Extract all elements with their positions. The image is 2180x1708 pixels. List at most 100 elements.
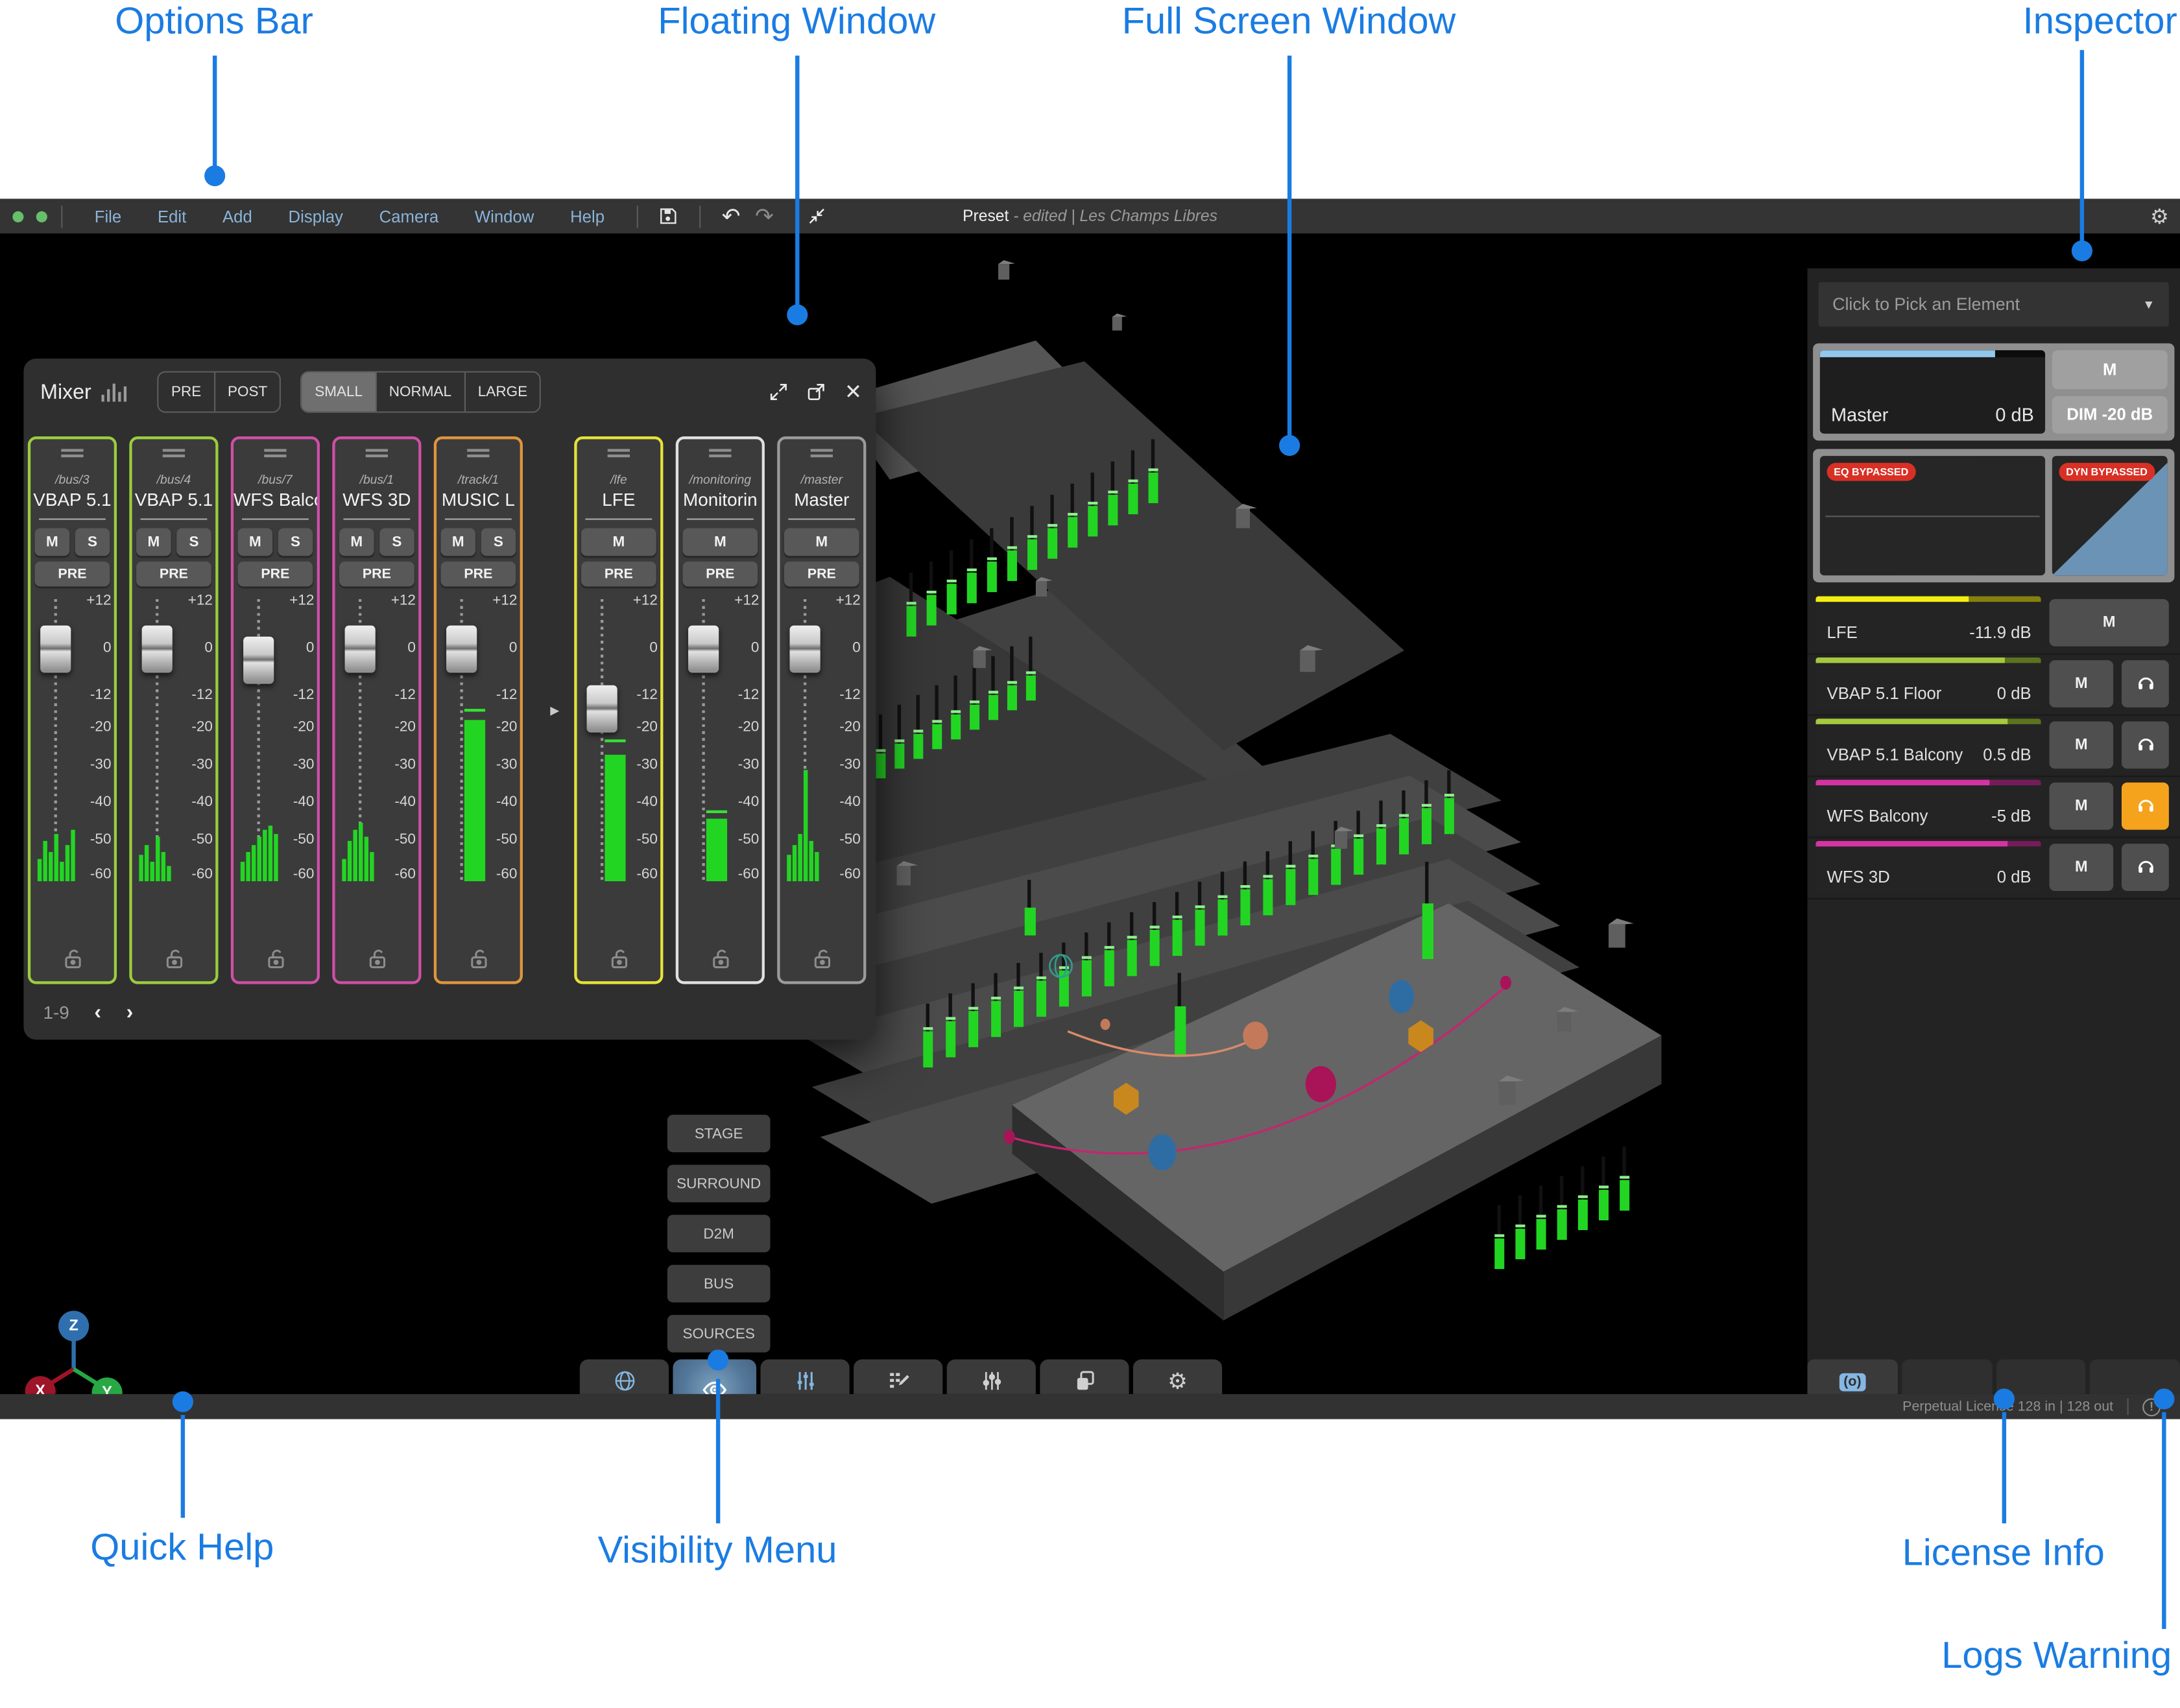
drag-handle-icon[interactable] — [608, 449, 630, 457]
drag-handle-icon[interactable] — [366, 449, 388, 457]
fader-cap[interactable] — [142, 625, 173, 672]
gear-icon[interactable]: ⚙ — [2150, 204, 2169, 229]
toolbar-mixer-button[interactable]: Mixer — [760, 1359, 849, 1394]
menu-item-file[interactable]: File — [77, 206, 139, 226]
element-level-display[interactable]: WFS 3D 0 dB — [1815, 841, 2041, 894]
element-level-display[interactable]: VBAP 5.1 Balcony 0.5 dB — [1815, 718, 2041, 771]
pre-button[interactable]: PRE — [581, 562, 656, 587]
lock-icon[interactable] — [437, 947, 520, 970]
element-mute-button[interactable]: M — [2050, 660, 2114, 707]
mixer-floating-window[interactable]: Mixer PRE POST SMALLNORMALLARGE — [23, 359, 876, 1039]
fader-cap[interactable] — [587, 685, 617, 732]
fader-cap[interactable] — [40, 625, 71, 672]
lock-icon[interactable] — [132, 947, 216, 970]
empty-tab-2[interactable] — [1996, 1359, 2086, 1394]
mixer-window-header[interactable]: Mixer PRE POST SMALLNORMALLARGE — [23, 359, 876, 425]
filter-bus-button[interactable]: BUS — [667, 1265, 771, 1303]
menu-item-window[interactable]: Window — [457, 206, 552, 226]
mute-button[interactable]: M — [581, 528, 656, 556]
fader[interactable]: +120-12-20-30-40-50-60 — [437, 593, 520, 883]
page-next-icon[interactable]: › — [126, 1001, 134, 1024]
fader[interactable]: +120-12-20-30-40-50-60 — [234, 593, 317, 883]
toolbar-overview-button[interactable]: Overview — [854, 1359, 942, 1394]
pre-tap-button[interactable]: PRE — [159, 372, 215, 411]
drag-handle-icon[interactable] — [264, 449, 286, 457]
drag-handle-icon[interactable] — [467, 449, 489, 457]
element-mute-button[interactable]: M — [2050, 783, 2114, 830]
mute-button[interactable]: M — [136, 528, 171, 556]
solo-button[interactable]: S — [278, 528, 313, 556]
size-large-button[interactable]: LARGE — [466, 372, 540, 411]
element-monitor-button[interactable] — [2122, 721, 2169, 768]
mute-button[interactable]: M — [339, 528, 374, 556]
element-mute-button[interactable]: M — [2050, 721, 2114, 768]
element-mute-button[interactable]: M — [2050, 844, 2114, 891]
fader-cap[interactable] — [790, 625, 820, 672]
filter-d2m-button[interactable]: D2M — [667, 1215, 771, 1252]
pick-element-dropdown[interactable]: Click to Pick an Element ▼ — [1819, 282, 2169, 327]
toolbar-venue-button[interactable]: Venue — [580, 1359, 669, 1394]
eq-display[interactable]: EQ BYPASSED — [1820, 456, 2045, 575]
element-row-lfe[interactable]: LFE -11.9 dB M — [1808, 593, 2180, 654]
mixer-channel-track-1[interactable]: /track/1 MUSIC L MS PRE +120-12-20-30-40… — [434, 436, 523, 984]
fader[interactable]: +120-12-20-30-40-50-60 — [335, 593, 419, 883]
size-small-button[interactable]: SMALL — [302, 372, 377, 411]
mixer-channel-bus-3[interactable]: /bus/3 VBAP 5.1 MS PRE +120-12-20-30-40-… — [28, 436, 117, 984]
lock-icon[interactable] — [234, 947, 317, 970]
element-monitor-button[interactable] — [2122, 660, 2169, 707]
lock-icon[interactable] — [577, 947, 661, 970]
mute-button[interactable]: M — [440, 528, 475, 556]
lock-icon[interactable] — [678, 947, 762, 970]
mixer-channel-lfe[interactable]: /lfe LFE M PRE +120-12-20-30-40-50-60 — [574, 436, 663, 984]
drag-handle-icon[interactable] — [61, 449, 83, 457]
post-tap-button[interactable]: POST — [215, 372, 280, 411]
drag-handle-icon[interactable] — [709, 449, 731, 457]
element-row-vbap-5-1-balcony[interactable]: VBAP 5.1 Balcony 0.5 dB M — [1808, 716, 2180, 777]
element-monitor-button[interactable] — [2122, 844, 2169, 891]
toolbar-routing-button[interactable]: Routing — [947, 1359, 1036, 1394]
mixer-channel-bus-4[interactable]: /bus/4 VBAP 5.1 MS PRE +120-12-20-30-40-… — [129, 436, 218, 984]
element-level-display[interactable]: VBAP 5.1 Floor 0 dB — [1815, 658, 2041, 710]
mute-button[interactable]: M — [784, 528, 859, 556]
fader-cap[interactable] — [243, 637, 274, 685]
pre-button[interactable]: PRE — [35, 562, 110, 587]
save-icon[interactable] — [652, 206, 685, 226]
mixer-channel-monitoring[interactable]: /monitoring Monitorin M PRE +120-12-20-3… — [676, 436, 765, 984]
element-mute-button[interactable]: M — [2050, 599, 2169, 646]
master-tab-button[interactable]: (o) Master — [1808, 1359, 1898, 1394]
size-normal-button[interactable]: NORMAL — [376, 372, 465, 411]
pre-button[interactable]: PRE — [136, 562, 211, 587]
filter-sources-button[interactable]: SOURCES — [667, 1315, 771, 1353]
pre-button[interactable]: PRE — [440, 562, 516, 587]
fader[interactable]: +120-12-20-30-40-50-60 — [132, 593, 216, 883]
page-prev-icon[interactable]: ‹ — [94, 1001, 101, 1024]
close-icon[interactable]: ✕ — [844, 379, 862, 405]
fader-cap[interactable] — [688, 625, 719, 672]
dynamics-display[interactable]: DYN BYPASSED — [2052, 456, 2168, 575]
undo-icon[interactable]: ↶ — [714, 202, 747, 230]
mute-button[interactable]: M — [35, 528, 70, 556]
pre-button[interactable]: PRE — [339, 562, 414, 587]
master-level-display[interactable]: Master 0 dB — [1820, 350, 2045, 434]
mixer-channel-master[interactable]: /master Master M PRE +120-12-20-30-40-50… — [777, 436, 866, 984]
expand-window-icon[interactable] — [769, 382, 789, 401]
menu-item-add[interactable]: Add — [204, 206, 270, 226]
fader-cap[interactable] — [345, 625, 376, 672]
element-row-wfs-balcony[interactable]: WFS Balcony -5 dB M — [1808, 777, 2180, 838]
solo-button[interactable]: S — [379, 528, 414, 556]
solo-button[interactable]: S — [75, 528, 110, 556]
filter-stage-button[interactable]: STAGE — [667, 1115, 771, 1152]
master-dim-button[interactable]: DIM -20 dB — [2052, 396, 2168, 434]
menu-item-edit[interactable]: Edit — [139, 206, 204, 226]
master-mute-button[interactable]: M — [2052, 350, 2168, 388]
menu-item-camera[interactable]: Camera — [361, 206, 457, 226]
fader[interactable]: +120-12-20-30-40-50-60 — [577, 593, 661, 883]
toolbar-settings-button[interactable]: ⚙Settings — [1133, 1359, 1222, 1394]
menu-item-help[interactable]: Help — [552, 206, 623, 226]
mixer-channel-bus-1[interactable]: /bus/1 WFS 3D MS PRE +120-12-20-30-40-50… — [332, 436, 421, 984]
element-row-wfs-3d[interactable]: WFS 3D 0 dB M — [1808, 838, 2180, 899]
mute-button[interactable]: M — [238, 528, 273, 556]
full-screen-window[interactable]: Mixer PRE POST SMALLNORMALLARGE — [0, 233, 2180, 1394]
collapse-window-icon[interactable] — [800, 206, 833, 226]
toolbar-groups-button[interactable]: Groups — [1040, 1359, 1129, 1394]
